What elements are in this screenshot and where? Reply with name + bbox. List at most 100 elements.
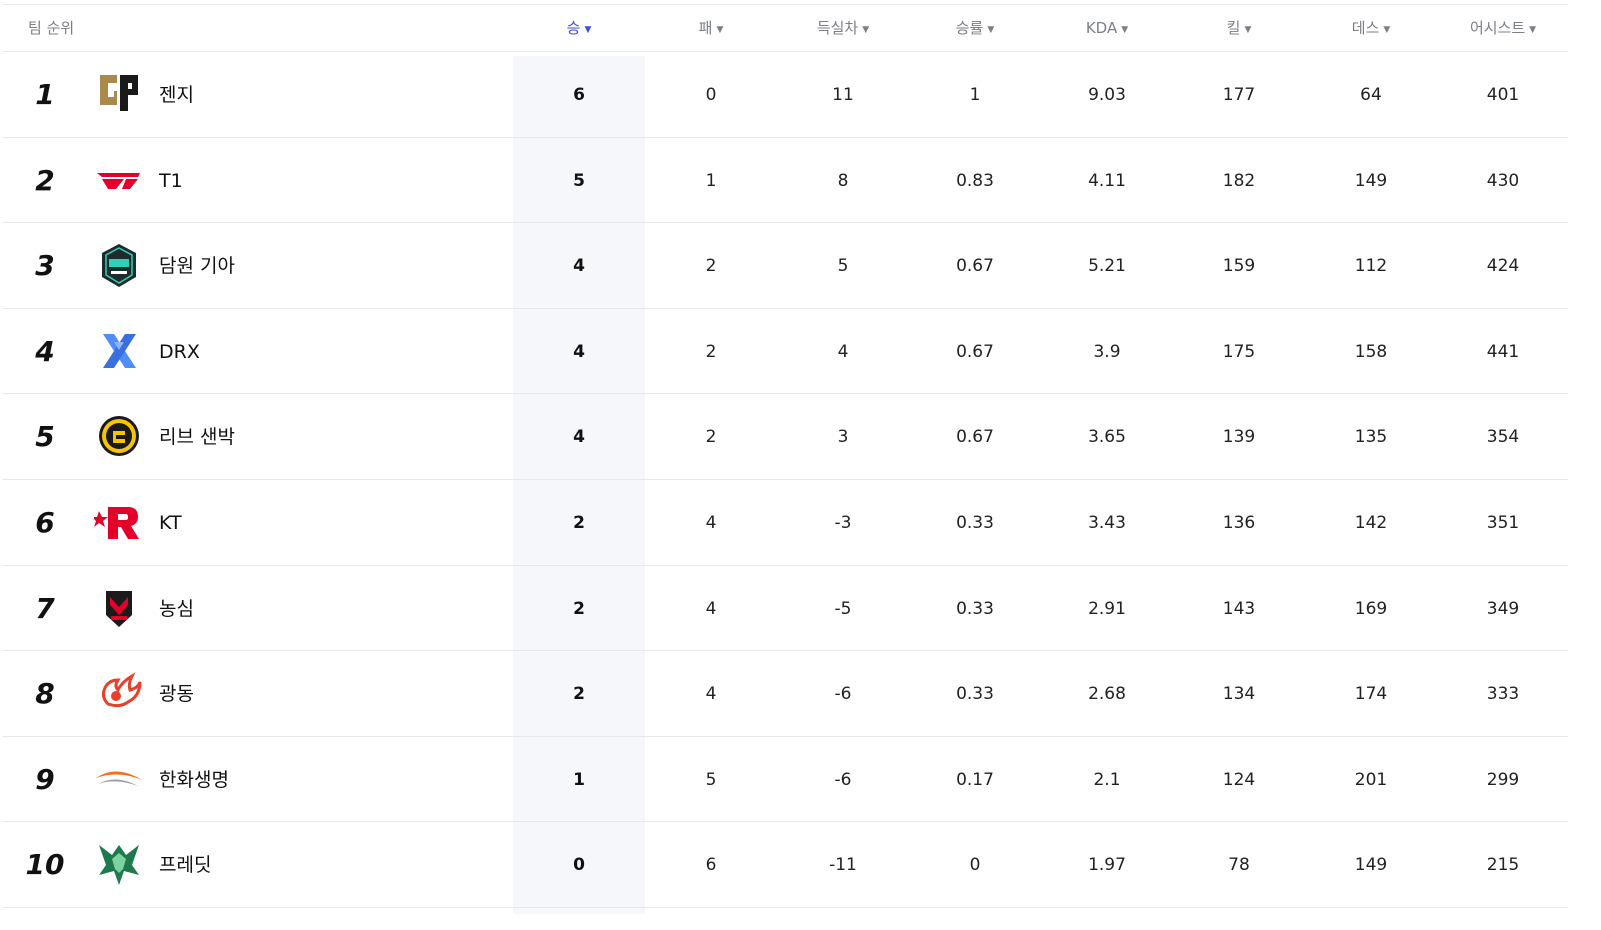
win-count: 6 [573,85,585,105]
kda-value: 1.97 [1088,855,1126,876]
assist-count: 354 [1486,427,1520,448]
assist-count: 351 [1486,512,1520,533]
sort-assist-header[interactable]: 어시스트 ▼ [1437,5,1569,53]
win-count: 2 [573,512,585,533]
table-row[interactable]: 6 KT 2 4 -3 0.33 3.43 136 142 351 [2,480,1568,566]
sort-kda-header[interactable]: KDA ▼ [1041,5,1173,53]
kt-logo-icon [94,506,139,539]
kill-count: 182 [1222,170,1256,191]
win-count: 1 [573,769,585,790]
header-label: KDA [1085,19,1118,37]
death-count: 64 [1360,85,1382,105]
caret-down-icon: ▼ [987,25,995,35]
kda-value: 5.21 [1088,256,1126,277]
sort-win-header[interactable]: 승 ▼ [513,5,645,53]
win-count: 4 [573,256,585,277]
rank-number: 3 [35,249,55,283]
team-name[interactable]: 광동 [159,651,194,737]
rank-number: 10 [25,848,65,882]
loss-count: 2 [705,427,717,448]
standings-table: 팀 순위 승 ▼ 패 ▼ 득실차 ▼ 승률 ▼ KDA ▼ 킬 ▼ 데스 ▼ 어시스트 ▼ 1 … [2,4,1568,914]
death-count: 142 [1354,512,1388,533]
death-count: 149 [1354,855,1388,876]
table-row[interactable]: 9 한화생명 1 5 -6 0.17 2.1 124 201 299 [2,737,1568,823]
death-count: 169 [1354,598,1388,619]
team-name[interactable]: DRX [159,309,200,395]
kda-value: 2.91 [1088,598,1126,619]
rank-number: 7 [35,591,55,625]
win-count: 4 [573,341,585,362]
caret-down-icon: ▼ [1121,25,1129,35]
point-diff: -6 [834,684,852,705]
rank-number: 5 [35,420,55,454]
drx-logo-icon [103,333,136,368]
kda-value: 9.03 [1088,85,1126,105]
team-name[interactable]: 담원 기아 [159,223,235,309]
assist-count: 430 [1486,170,1520,191]
rank-number: 1 [35,78,55,111]
team-name[interactable]: T1 [159,138,183,224]
kda-value: 3.9 [1093,341,1121,362]
kill-count: 159 [1222,256,1256,277]
header-label: 득실차 [816,19,859,37]
team-name[interactable]: 한화생명 [159,737,229,823]
kda-value: 3.65 [1088,427,1126,448]
rank-number: 9 [35,762,55,796]
loss-count: 2 [705,341,717,362]
point-diff: -6 [834,769,852,790]
table-row[interactable]: 2 T1 5 1 8 0.83 4.11 182 149 430 [2,138,1568,224]
win-count: 2 [573,684,585,705]
point-diff: 11 [832,85,854,105]
dwg-kia-logo-icon [102,244,136,288]
table-header: 팀 순위 승 ▼ 패 ▼ 득실차 ▼ 승률 ▼ KDA ▼ 킬 ▼ 데스 ▼ 어시스트 ▼ [2,4,1568,52]
table-row[interactable]: 5 리브 샌박 4 2 3 0.67 3.65 139 135 354 [2,394,1568,480]
sort-kill-header[interactable]: 킬 ▼ [1173,5,1305,53]
table-row[interactable]: 1 젠지 6 0 11 1 9.03 177 64 401 [2,52,1568,138]
kwangdong-logo-icon [101,672,142,708]
loss-count: 4 [705,512,717,533]
fredit-logo-icon [99,845,139,886]
caret-down-icon: ▼ [716,25,724,35]
caret-down-icon: ▼ [1244,25,1252,35]
team-name[interactable]: 프레딧 [159,822,211,908]
team-name[interactable]: 젠지 [159,52,194,138]
win-rate: 0.33 [956,598,994,619]
win-rate: 0 [969,855,981,876]
loss-count: 5 [705,769,717,790]
table-row[interactable]: 3 담원 기아 4 2 5 0.67 5.21 159 112 424 [2,223,1568,309]
team-name[interactable]: 농심 [159,566,194,652]
sort-rate-header[interactable]: 승률 ▼ [909,5,1041,53]
death-count: 158 [1354,341,1388,362]
assist-count: 333 [1486,684,1520,705]
loss-count: 2 [705,256,717,277]
sort-death-header[interactable]: 데스 ▼ [1305,5,1437,53]
kill-count: 124 [1222,769,1256,790]
header-label: 승률 [955,19,984,37]
kill-count: 175 [1222,341,1256,362]
win-rate: 0.17 [956,769,994,790]
win-count: 2 [573,598,585,619]
point-diff: -5 [834,598,852,619]
win-count: 4 [573,427,585,448]
loss-count: 1 [705,170,717,191]
rank-number: 8 [35,677,55,711]
loss-count: 4 [705,684,717,705]
table-row[interactable]: 7 농심 2 4 -5 0.33 2.91 143 169 349 [2,566,1568,652]
table-row[interactable]: 10 프레딧 0 6 -11 0 1.97 78 149 215 [2,822,1568,908]
point-diff: -11 [829,855,857,876]
kda-value: 3.43 [1088,512,1126,533]
sort-loss-header[interactable]: 패 ▼ [645,5,777,53]
sort-diff-header[interactable]: 득실차 ▼ [777,5,909,53]
win-rate: 0.33 [956,512,994,533]
assist-count: 441 [1486,341,1520,362]
team-name[interactable]: 리브 샌박 [159,394,235,480]
team-name[interactable]: KT [159,480,182,566]
caret-down-icon: ▼ [1383,25,1391,35]
table-row[interactable]: 8 광동 2 4 -6 0.33 2.68 134 174 333 [2,651,1568,737]
header-label: 어시스트 [1469,19,1526,37]
assist-count: 349 [1486,598,1520,619]
table-row[interactable]: 4 DRX 4 2 4 0.67 3.9 175 158 441 [2,309,1568,395]
death-count: 112 [1354,256,1388,277]
hanwha-logo-icon [96,771,142,786]
assist-count: 299 [1486,769,1520,790]
